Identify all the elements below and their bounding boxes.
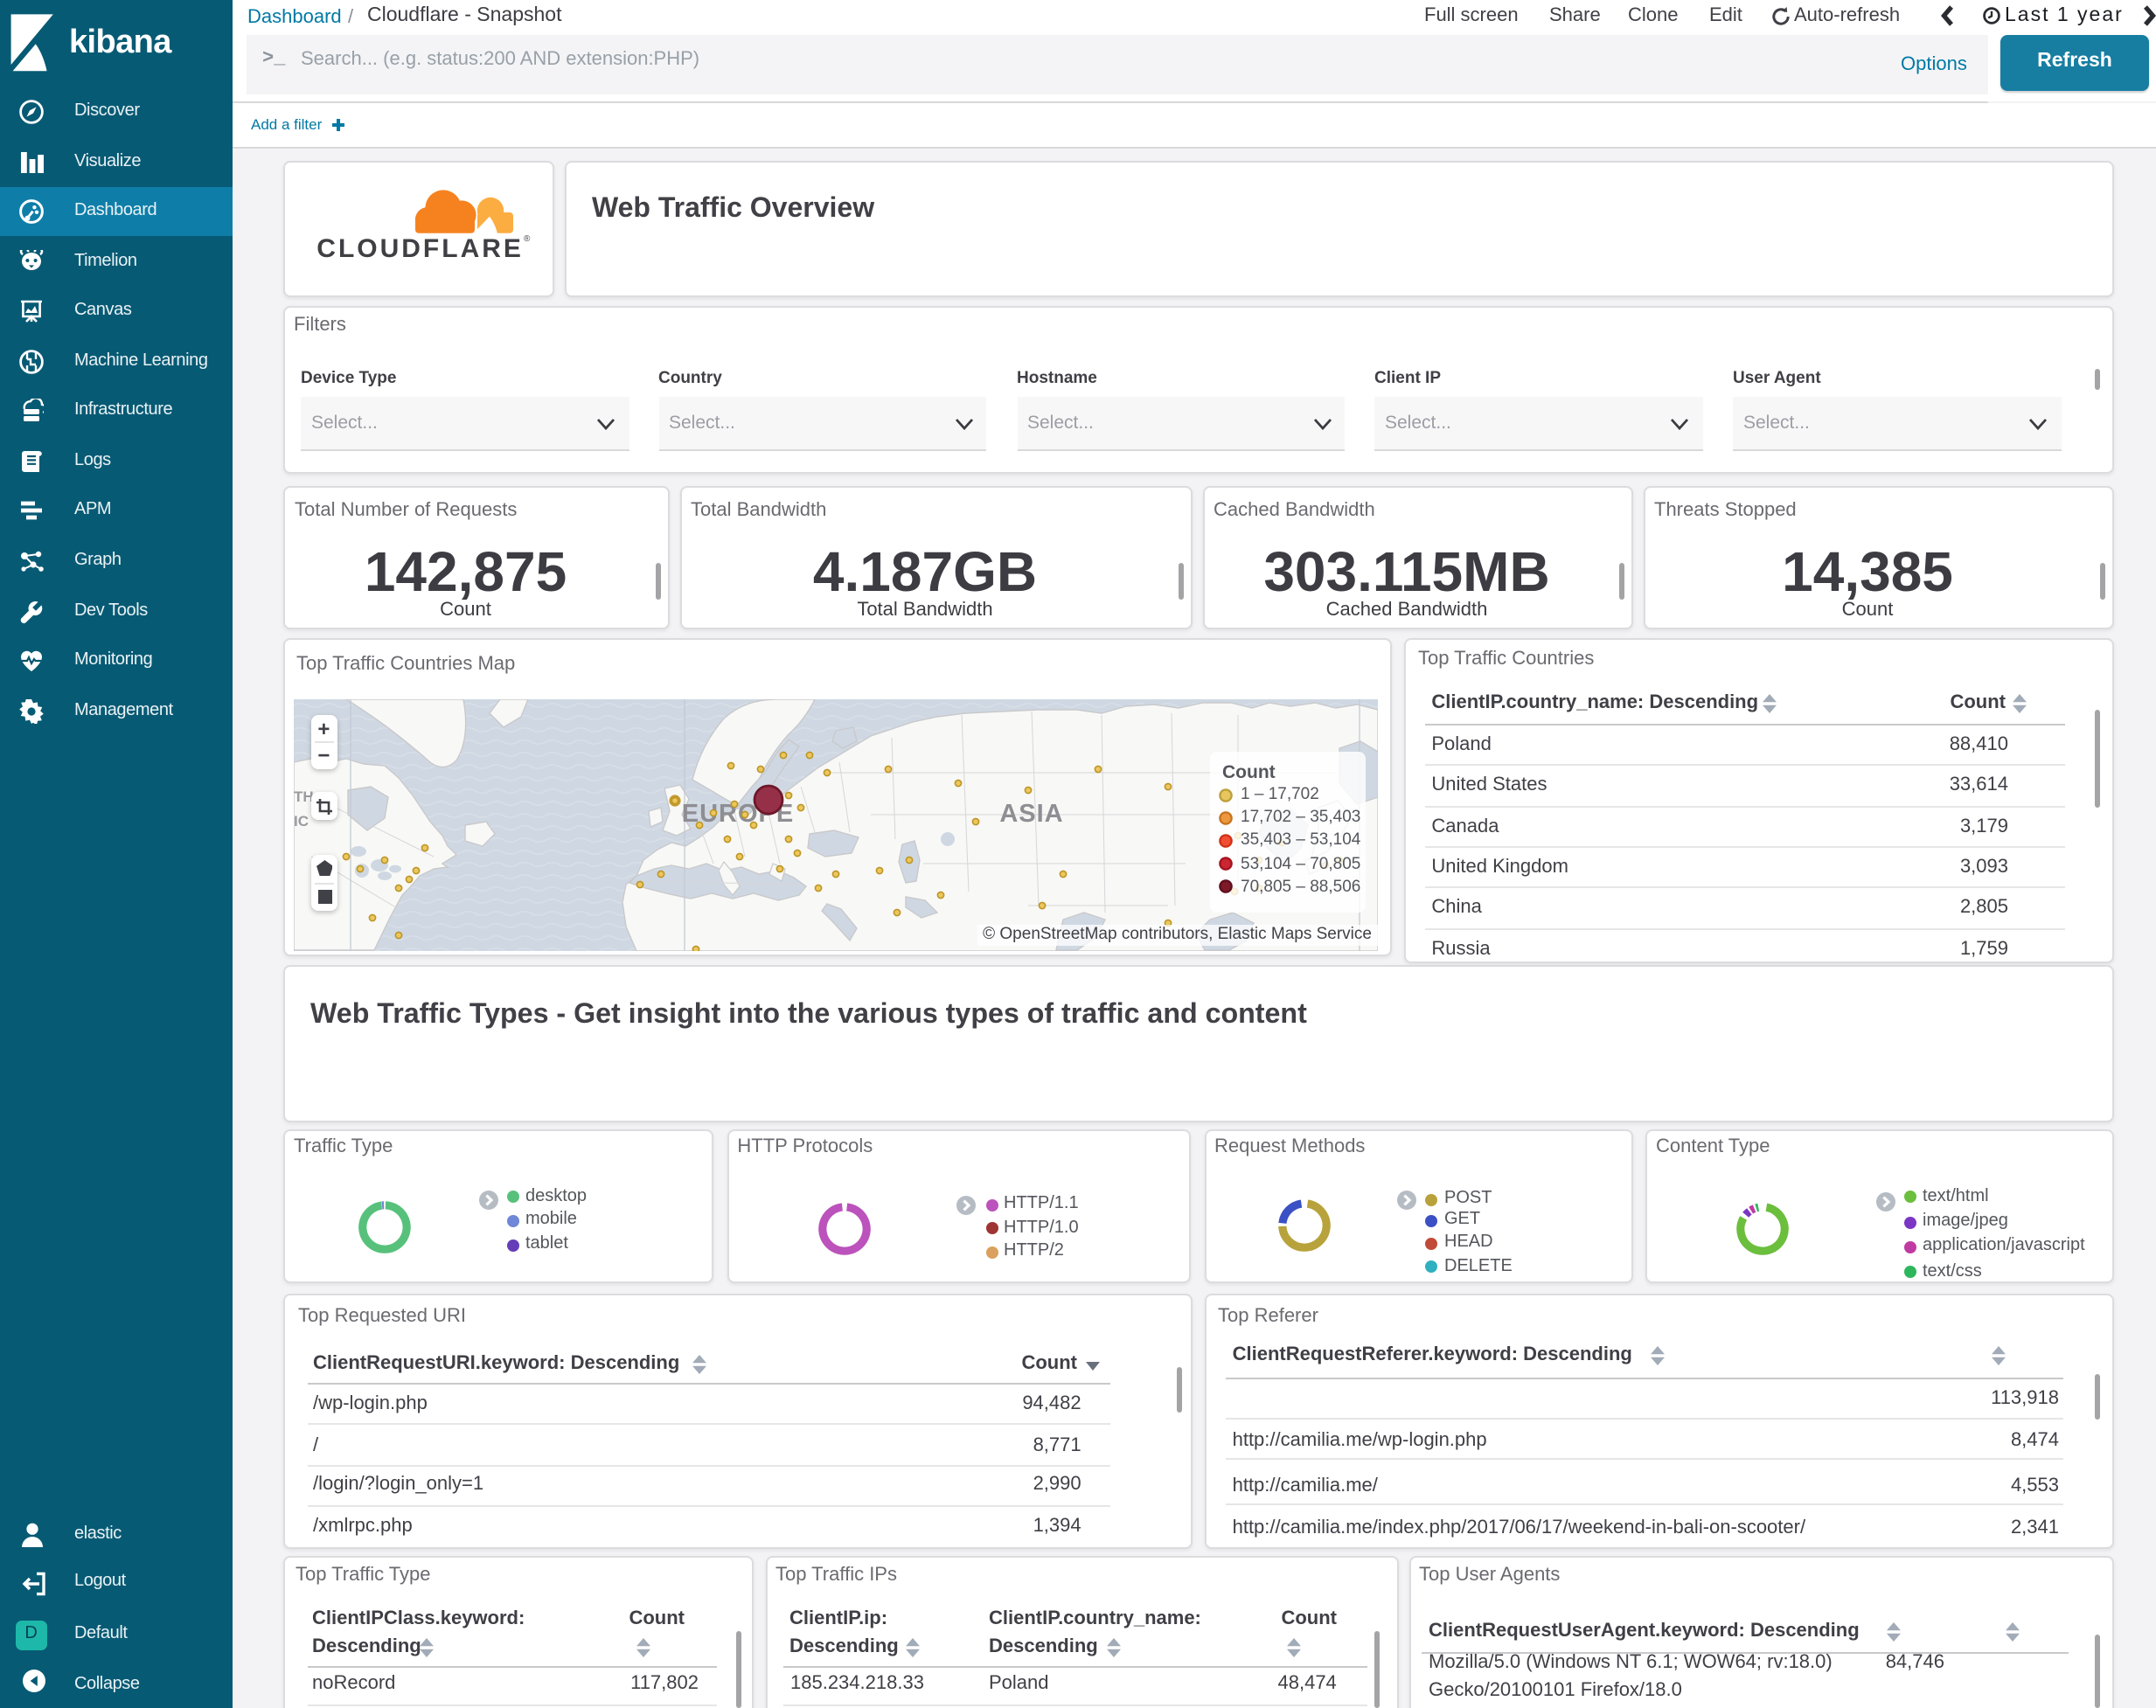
- svg-text:ASIA: ASIA: [998, 800, 1062, 828]
- svg-text:TH: TH: [293, 788, 313, 805]
- svg-text:IC: IC: [293, 813, 308, 830]
